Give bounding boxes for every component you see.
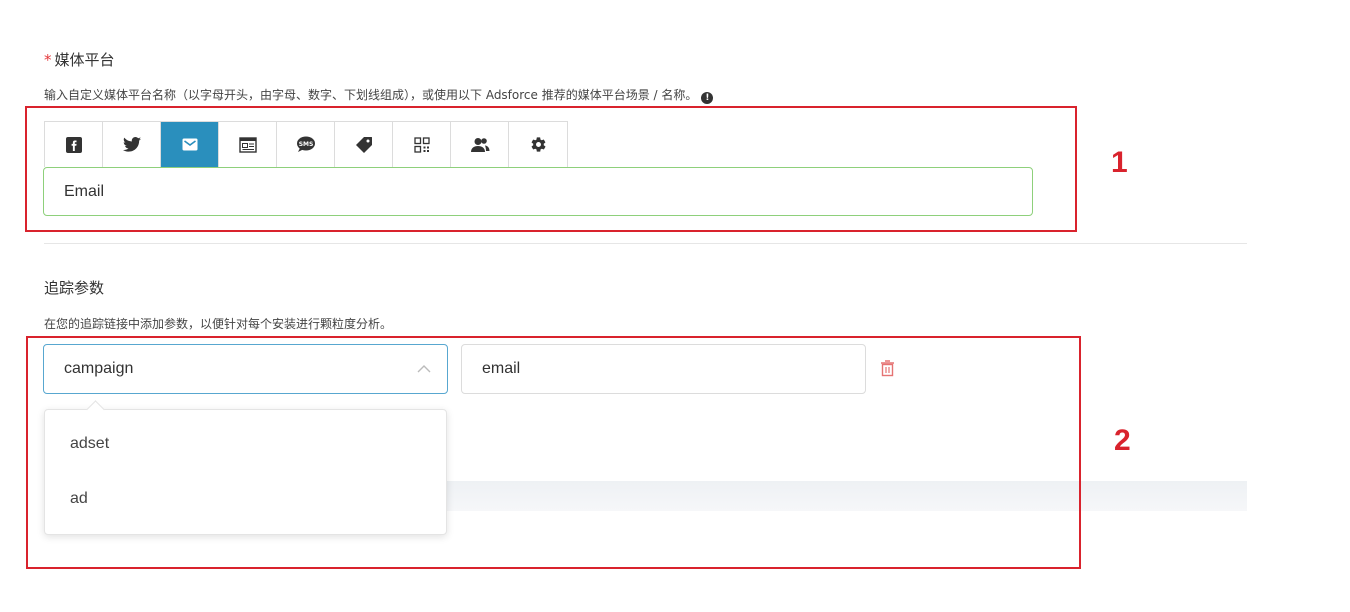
form-page: * 媒体平台 输入自定义媒体平台名称（以字母开头，由字母、数字、下划线组成），或使… bbox=[0, 0, 1350, 612]
dropdown-option-adset[interactable]: adset bbox=[70, 435, 109, 453]
annotation-label-1: 1 bbox=[1111, 146, 1128, 179]
media-platform-label: 媒体平台 bbox=[54, 51, 115, 69]
info-icon[interactable]: ! bbox=[701, 92, 714, 104]
dropdown-option-ad[interactable]: ad bbox=[70, 490, 88, 508]
required-mark: * bbox=[44, 51, 52, 69]
media-platform-title: * 媒体平台 bbox=[44, 49, 115, 70]
tracking-params-title: 追踪参数 bbox=[44, 279, 105, 297]
media-platform-description: 输入自定义媒体平台名称（以字母开头，由字母、数字、下划线组成），或使用以下 Ad… bbox=[44, 86, 714, 104]
annotation-box-1 bbox=[25, 106, 1077, 232]
section-divider bbox=[44, 243, 1247, 244]
annotation-label-2: 2 bbox=[1114, 424, 1131, 457]
tracking-params-description: 在您的追踪链接中添加参数，以便针对每个安装进行颗粒度分析。 bbox=[44, 317, 393, 331]
media-platform-description-text: 输入自定义媒体平台名称（以字母开头，由字母、数字、下划线组成），或使用以下 Ad… bbox=[44, 88, 698, 102]
param-key-dropdown: adset ad bbox=[44, 400, 447, 535]
